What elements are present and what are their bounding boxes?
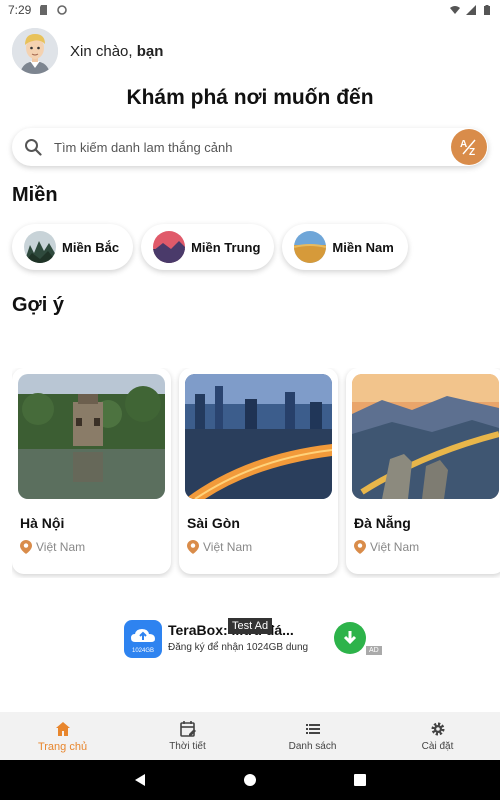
ad-logo-text: 1024GB bbox=[132, 648, 154, 654]
place-card-sai-gon[interactable]: Sài Gòn Việt Nam bbox=[179, 368, 338, 574]
home-circle-icon[interactable] bbox=[243, 773, 257, 787]
place-country: Việt Nam bbox=[203, 540, 253, 554]
list-icon bbox=[305, 724, 320, 734]
region-label: Miền Bắc bbox=[62, 239, 120, 255]
suggestions-heading: Gợi ý bbox=[12, 294, 65, 316]
ad-badge: AD bbox=[366, 646, 382, 655]
nav-label: Thời tiết bbox=[169, 741, 206, 752]
header: Xin chào, bạn bbox=[12, 28, 163, 74]
place-location: Việt Nam bbox=[187, 540, 252, 554]
ad-banner[interactable]: 1024GB TeraBox: ...ưu đá... Đăng ký để n… bbox=[124, 618, 386, 660]
recents-icon[interactable] bbox=[353, 773, 367, 787]
region-label: Miền Nam bbox=[332, 239, 394, 255]
home-icon bbox=[55, 721, 70, 736]
sd-card-icon bbox=[40, 5, 48, 15]
da-nang-image bbox=[352, 374, 499, 499]
sync-icon bbox=[57, 5, 68, 15]
place-country: Việt Nam bbox=[370, 540, 420, 554]
place-name: Đà Nẵng bbox=[354, 515, 411, 531]
place-location: Việt Nam bbox=[20, 540, 85, 554]
avatar-illustration bbox=[12, 28, 58, 74]
download-button[interactable] bbox=[334, 622, 366, 654]
location-pin-icon bbox=[20, 540, 32, 554]
greeting-text: Xin chào, bạn bbox=[70, 43, 163, 60]
battery-icon bbox=[484, 5, 490, 15]
calendar-edit-icon bbox=[179, 721, 196, 737]
location-pin-icon bbox=[354, 540, 366, 554]
nav-item-list[interactable]: Danh sách bbox=[250, 712, 375, 760]
ad-subtitle: Đăng ký để nhận 1024GB dung bbox=[168, 642, 309, 653]
place-name: Sài Gòn bbox=[187, 515, 240, 531]
sai-gon-image bbox=[185, 374, 332, 499]
nav-label: Danh sách bbox=[288, 741, 337, 752]
bottom-navigation: Trang chủ Thời tiết Danh sách Cài đặt bbox=[0, 712, 500, 760]
signal-icon bbox=[466, 5, 476, 15]
nav-label: Cài đặt bbox=[421, 741, 454, 752]
gear-icon bbox=[431, 722, 444, 736]
region-chips: Miền Bắc Miền Trung Miền Nam bbox=[12, 224, 408, 270]
search-bar[interactable]: A Z bbox=[12, 128, 488, 166]
region-chip-mien-nam[interactable]: Miền Nam bbox=[282, 224, 408, 270]
sort-az-icon: A Z bbox=[460, 139, 476, 158]
system-navigation-bar bbox=[0, 760, 500, 800]
search-input[interactable] bbox=[54, 139, 451, 155]
place-name: Hà Nội bbox=[20, 515, 65, 531]
place-card-da-nang[interactable]: Đà Nẵng Việt Nam bbox=[346, 368, 500, 574]
download-icon bbox=[343, 631, 357, 645]
test-ad-label: Test Ad bbox=[228, 618, 273, 634]
location-pin-icon bbox=[187, 540, 199, 554]
back-icon[interactable] bbox=[133, 773, 147, 787]
mien-bac-image bbox=[24, 231, 56, 263]
status-bar: 7:29 bbox=[0, 0, 500, 20]
sort-az-button[interactable]: A Z bbox=[451, 129, 487, 165]
avatar[interactable] bbox=[12, 28, 58, 74]
svg-text:Z: Z bbox=[469, 147, 475, 158]
nav-item-settings[interactable]: Cài đặt bbox=[375, 712, 500, 760]
search-icon bbox=[25, 139, 42, 156]
nav-label: Trang chủ bbox=[37, 740, 88, 753]
ha-noi-image bbox=[18, 374, 165, 499]
mien-trung-image bbox=[153, 231, 186, 263]
mien-nam-image bbox=[294, 231, 327, 263]
greeting-name: bạn bbox=[136, 42, 164, 60]
nav-item-weather[interactable]: Thời tiết bbox=[125, 712, 250, 760]
place-card-ha-noi[interactable]: Hà Nội Việt Nam bbox=[12, 368, 171, 574]
wifi-icon bbox=[450, 6, 460, 14]
region-label: Miền Trung bbox=[191, 239, 261, 255]
region-chip-mien-bac[interactable]: Miền Bắc bbox=[12, 224, 134, 270]
region-chip-mien-trung[interactable]: Miền Trung bbox=[141, 224, 275, 270]
regions-heading: Miền bbox=[12, 184, 58, 206]
place-location: Việt Nam bbox=[354, 540, 419, 554]
place-country: Việt Nam bbox=[36, 540, 86, 554]
suggestion-cards: Hà Nội Việt Nam Sài Gòn Việt Nam Đà Nẵng… bbox=[12, 368, 500, 578]
status-time: 7:29 bbox=[8, 3, 32, 17]
svg-text:A: A bbox=[460, 139, 467, 150]
nav-item-home[interactable]: Trang chủ bbox=[0, 712, 125, 760]
page-title: Khám phá nơi muốn đến bbox=[126, 86, 374, 109]
greeting-prefix: Xin chào, bbox=[70, 42, 137, 60]
terabox-logo-icon: 1024GB bbox=[124, 620, 162, 658]
